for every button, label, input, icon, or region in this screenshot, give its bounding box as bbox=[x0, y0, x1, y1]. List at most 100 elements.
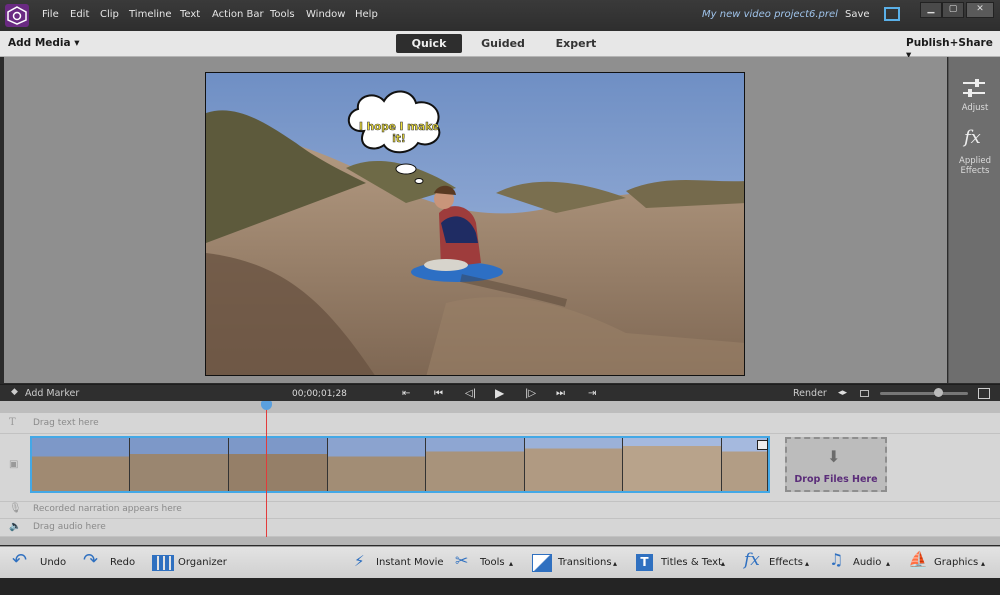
text-track[interactable]: T Drag text here bbox=[0, 413, 1000, 434]
menu-edit[interactable]: Edit bbox=[70, 9, 89, 20]
chevron-up-icon: ▴ bbox=[886, 559, 891, 568]
organizer-icon[interactable] bbox=[152, 555, 174, 571]
undo-button[interactable]: Undo bbox=[40, 557, 66, 568]
menu-action-bar[interactable]: Action Bar bbox=[212, 9, 264, 20]
fx-icon[interactable]: fx bbox=[964, 127, 981, 148]
play-icon[interactable]: ▶ bbox=[495, 386, 504, 400]
playhead-line bbox=[266, 405, 267, 537]
go-to-end-icon[interactable]: ⏭ bbox=[556, 388, 565, 399]
effects-button[interactable]: Effects bbox=[769, 557, 803, 568]
audio-track[interactable]: 🔈 Drag audio here bbox=[0, 518, 1000, 537]
titles-text-button[interactable]: Titles & Text bbox=[661, 557, 722, 568]
maximize-icon[interactable]: ▢ bbox=[942, 2, 964, 18]
timeline-scrollbar[interactable] bbox=[0, 537, 1000, 545]
speech-bubble-text: I hope I make it! bbox=[359, 121, 440, 146]
drop-files-zone[interactable]: ⬇ Drop Files Here bbox=[785, 437, 887, 492]
action-bar: ↶ Undo ↷ Redo Organizer ⚡ Instant Movie … bbox=[0, 546, 1000, 579]
video-track-icon: ▣ bbox=[9, 459, 19, 470]
add-media-label: Add Media bbox=[8, 37, 71, 49]
menu-timeline[interactable]: Timeline bbox=[129, 9, 172, 20]
step-back-icon[interactable]: ◁| bbox=[465, 388, 476, 399]
menu-tools[interactable]: Tools bbox=[270, 9, 295, 20]
graphics-icon[interactable]: ⛵ bbox=[908, 550, 928, 569]
effects-icon[interactable]: fx bbox=[744, 550, 760, 570]
undo-icon[interactable]: ↶ bbox=[12, 550, 27, 571]
zoom-out-icon[interactable] bbox=[860, 390, 869, 397]
zoom-slider-handle[interactable] bbox=[934, 388, 943, 397]
clip-thumbnail bbox=[229, 438, 328, 491]
applied-effects-label: Applied Effects bbox=[959, 156, 991, 176]
add-marker-button[interactable]: Add Marker bbox=[25, 388, 79, 399]
render-button[interactable]: Render bbox=[793, 388, 827, 399]
marker-icon: ◆ bbox=[11, 387, 18, 397]
close-icon[interactable]: ✕ bbox=[966, 2, 994, 18]
app-logo-icon bbox=[5, 4, 29, 27]
video-clip[interactable] bbox=[30, 436, 770, 493]
clip-thumbnail bbox=[426, 438, 525, 491]
tab-quick[interactable]: Quick bbox=[396, 34, 462, 53]
timecode-display[interactable]: 00;00;01;28 bbox=[292, 389, 347, 399]
audio-icon[interactable]: ♫ bbox=[829, 550, 843, 569]
video-preview[interactable]: I hope I make it! bbox=[205, 72, 745, 376]
mode-bar: Add Media ▾ Quick Guided Expert Publish+… bbox=[0, 31, 1000, 61]
save-button[interactable]: Save bbox=[845, 9, 870, 20]
speaker-icon: 🔈 bbox=[9, 521, 22, 532]
narration-track-hint: Recorded narration appears here bbox=[33, 504, 182, 514]
clip-thumbnail bbox=[130, 438, 229, 491]
transport-bar: ◆ Add Marker 00;00;01;28 ⇤ ⏮ ◁| ▶ |▷ ⏭ ⇥… bbox=[0, 384, 1000, 402]
fit-timeline-icon[interactable]: ◂▸ bbox=[838, 388, 847, 398]
adjust-icon[interactable] bbox=[963, 79, 985, 100]
menu-clip[interactable]: Clip bbox=[100, 9, 119, 20]
clip-thumbnail bbox=[32, 438, 130, 491]
zoom-slider[interactable] bbox=[880, 392, 968, 395]
video-frame-image bbox=[206, 73, 744, 375]
add-media-button[interactable]: Add Media ▾ bbox=[8, 37, 80, 49]
chevron-up-icon: ▴ bbox=[613, 559, 618, 568]
text-track-hint: Drag text here bbox=[33, 418, 99, 428]
status-footer bbox=[0, 578, 1000, 595]
clip-thumbnail bbox=[525, 438, 623, 491]
step-forward-icon[interactable]: |▷ bbox=[525, 388, 536, 399]
instant-movie-button[interactable]: Instant Movie bbox=[376, 557, 444, 568]
menu-text[interactable]: Text bbox=[180, 9, 200, 20]
microphone-icon: 🎙 bbox=[9, 503, 22, 514]
adjust-label: Adjust bbox=[961, 103, 989, 113]
text-track-icon: T bbox=[9, 417, 16, 428]
organizer-button[interactable]: Organizer bbox=[178, 557, 227, 568]
tools-icon[interactable]: ✂ bbox=[455, 551, 468, 570]
drop-files-label: Drop Files Here bbox=[794, 474, 878, 485]
clip-thumbnail bbox=[328, 438, 426, 491]
right-panel: Adjust fx Applied Effects bbox=[948, 57, 1000, 383]
titles-text-icon[interactable]: T bbox=[636, 554, 653, 571]
zoom-in-icon[interactable] bbox=[978, 388, 990, 399]
project-name: My new video project6.prel bbox=[702, 9, 838, 20]
redo-icon[interactable]: ↷ bbox=[83, 550, 98, 571]
tab-guided[interactable]: Guided bbox=[470, 34, 536, 53]
go-to-start-icon[interactable]: ⏮ bbox=[434, 388, 443, 399]
minimize-icon[interactable]: ▁ bbox=[920, 2, 942, 18]
transitions-icon[interactable] bbox=[532, 554, 552, 572]
redo-button[interactable]: Redo bbox=[110, 557, 135, 568]
menu-bar: File Edit Clip Timeline Text Action Bar … bbox=[0, 0, 1000, 32]
menu-help[interactable]: Help bbox=[355, 9, 378, 20]
graphics-button[interactable]: Graphics bbox=[934, 557, 978, 568]
menu-file[interactable]: File bbox=[42, 9, 59, 20]
tab-expert[interactable]: Expert bbox=[543, 34, 609, 53]
chevron-down-icon: ▾ bbox=[74, 37, 80, 49]
transitions-button[interactable]: Transitions bbox=[558, 557, 612, 568]
arrow-down-icon: ⬇ bbox=[827, 447, 841, 466]
instant-movie-icon[interactable]: ⚡ bbox=[354, 552, 365, 570]
chevron-up-icon: ▴ bbox=[805, 559, 810, 568]
clip-options-icon[interactable] bbox=[757, 440, 768, 450]
clip-thumbnail bbox=[623, 438, 722, 491]
audio-button[interactable]: Audio bbox=[853, 557, 881, 568]
menu-window[interactable]: Window bbox=[306, 9, 345, 20]
chevron-up-icon: ▴ bbox=[509, 559, 514, 568]
tools-button[interactable]: Tools bbox=[480, 557, 505, 568]
go-to-next-edit-icon[interactable]: ⇥ bbox=[588, 388, 596, 399]
audio-track-hint: Drag audio here bbox=[33, 522, 106, 532]
go-to-previous-edit-icon[interactable]: ⇤ bbox=[402, 388, 410, 399]
narration-track[interactable]: 🎙 Recorded narration appears here bbox=[0, 501, 1000, 519]
chevron-up-icon: ▴ bbox=[721, 559, 726, 568]
fullscreen-icon[interactable] bbox=[884, 7, 900, 21]
